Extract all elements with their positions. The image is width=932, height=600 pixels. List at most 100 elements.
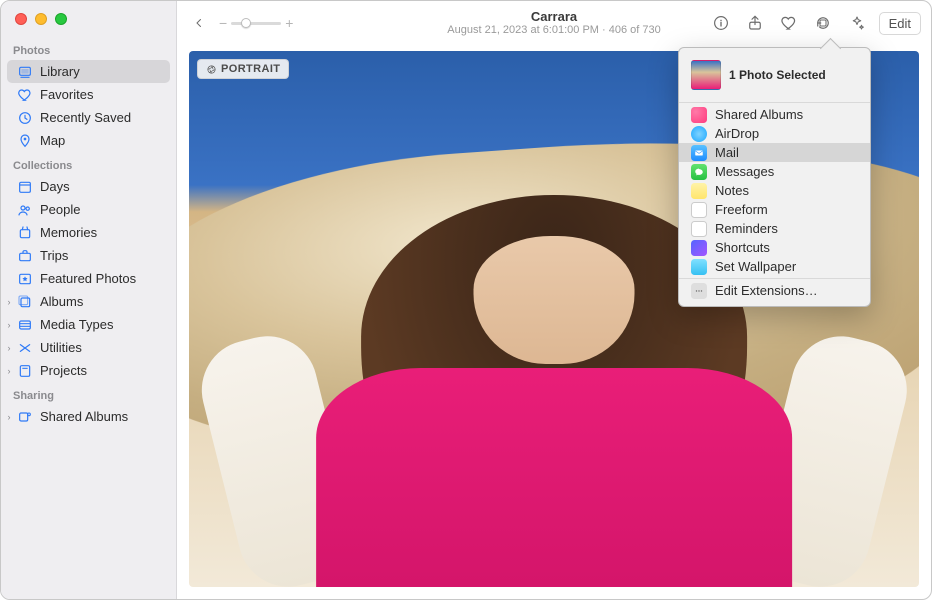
sidebar-item-recently-saved[interactable]: Recently Saved xyxy=(7,106,170,129)
zoom-slider[interactable]: − + xyxy=(219,15,293,31)
album-icon xyxy=(16,294,34,310)
sidebar-item-people[interactable]: People xyxy=(7,198,170,221)
memories-icon xyxy=(16,225,34,241)
sidebar-item-label: Shared Albums xyxy=(40,409,128,424)
clock-icon xyxy=(16,110,34,126)
heart-icon xyxy=(16,87,34,103)
share-item-label: Shortcuts xyxy=(715,240,770,255)
zoom-out-icon: − xyxy=(219,15,227,31)
sidebar-item-label: Utilities xyxy=(40,340,82,355)
shortcuts-app-icon xyxy=(691,240,707,256)
wallpaper-app-icon xyxy=(691,259,707,275)
disclosure-triangle-icon[interactable]: › xyxy=(3,343,15,353)
share-selection-count: 1 Photo Selected xyxy=(729,68,826,82)
share-item-shared-albums[interactable]: Shared Albums xyxy=(679,105,870,124)
share-item-label: Mail xyxy=(715,145,739,160)
disclosure-triangle-icon[interactable]: › xyxy=(3,412,15,422)
zoom-in-icon: + xyxy=(285,15,293,31)
sidebar-item-map[interactable]: Map xyxy=(7,129,170,152)
sidebar-item-label: Trips xyxy=(40,248,68,263)
share-item-airdrop[interactable]: AirDrop xyxy=(679,124,870,143)
featured-icon xyxy=(16,271,34,287)
media-icon xyxy=(16,317,34,333)
sidebar-item-albums[interactable]: ›Albums xyxy=(7,290,170,313)
sidebar-section-sharing: Sharing xyxy=(1,382,176,405)
share-button[interactable] xyxy=(743,12,767,34)
sidebar-section-photos: Photos xyxy=(1,37,176,60)
sidebar-item-label: Map xyxy=(40,133,65,148)
sidebar-item-label: Albums xyxy=(40,294,83,309)
sharedalbum-icon xyxy=(16,409,34,425)
share-item-label: Edit Extensions… xyxy=(715,283,818,298)
close-window-button[interactable] xyxy=(15,13,27,25)
back-button[interactable] xyxy=(187,12,211,34)
share-item-label: Set Wallpaper xyxy=(715,259,796,274)
sidebar-item-library[interactable]: Library xyxy=(7,60,170,83)
disclosure-triangle-icon[interactable]: › xyxy=(3,297,15,307)
projects-icon xyxy=(16,363,34,379)
freeform-app-icon xyxy=(691,202,707,218)
library-icon xyxy=(16,64,34,80)
share-thumbnail xyxy=(691,60,721,90)
share-item-reminders[interactable]: Reminders xyxy=(679,219,870,238)
disclosure-triangle-icon[interactable]: › xyxy=(3,320,15,330)
share-edit-extensions[interactable]: Edit Extensions… xyxy=(679,281,870,300)
edit-button[interactable]: Edit xyxy=(879,12,921,35)
sidebar-item-label: Recently Saved xyxy=(40,110,131,125)
extensions-icon xyxy=(691,283,707,299)
share-item-freeform[interactable]: Freeform xyxy=(679,200,870,219)
sidebar-item-projects[interactable]: ›Projects xyxy=(7,359,170,382)
share-item-shortcuts[interactable]: Shortcuts xyxy=(679,238,870,257)
mail-app-icon xyxy=(691,145,707,161)
share-item-label: Reminders xyxy=(715,221,778,236)
sidebar-item-label: Featured Photos xyxy=(40,271,136,286)
fullscreen-window-button[interactable] xyxy=(55,13,67,25)
sidebar-item-label: Projects xyxy=(40,363,87,378)
utilities-icon xyxy=(16,340,34,356)
sidebar-item-media-types[interactable]: ›Media Types xyxy=(7,313,170,336)
portrait-badge: PORTRAIT xyxy=(197,59,289,79)
favorite-button[interactable] xyxy=(777,12,801,34)
sidebar-item-label: Library xyxy=(40,64,80,79)
share-item-label: Shared Albums xyxy=(715,107,803,122)
people-icon xyxy=(16,202,34,218)
content-area: − + Carrara August 21, 2023 at 6:01:00 P… xyxy=(177,1,931,599)
toolbar: − + Carrara August 21, 2023 at 6:01:00 P… xyxy=(177,1,931,45)
sidebar-item-label: Memories xyxy=(40,225,97,240)
sidebar-item-featured-photos[interactable]: Featured Photos xyxy=(7,267,170,290)
reminders-app-icon xyxy=(691,221,707,237)
sidebar-item-days[interactable]: Days xyxy=(7,175,170,198)
share-item-label: AirDrop xyxy=(715,126,759,141)
share-item-set-wallpaper[interactable]: Set Wallpaper xyxy=(679,257,870,276)
share-item-label: Freeform xyxy=(715,202,768,217)
share-item-messages[interactable]: Messages xyxy=(679,162,870,181)
info-button[interactable] xyxy=(709,12,733,34)
calendar-icon xyxy=(16,179,34,195)
airdrop-app-icon xyxy=(691,126,707,142)
sidebar-item-utilities[interactable]: ›Utilities xyxy=(7,336,170,359)
sidebar: Photos Library Favorites Recently Saved Map… xyxy=(1,1,177,599)
aperture-icon xyxy=(206,64,217,75)
app-window: Photos Library Favorites Recently Saved Map… xyxy=(0,0,932,600)
share-popover: 1 Photo Selected Shared Albums AirDrop Mai… xyxy=(678,47,871,307)
sidebar-item-shared-albums[interactable]: ›Shared Albums xyxy=(7,405,170,428)
auto-enhance-button[interactable] xyxy=(845,12,869,34)
rotate-button[interactable] xyxy=(811,12,835,34)
minimize-window-button[interactable] xyxy=(35,13,47,25)
share-popover-header: 1 Photo Selected xyxy=(679,54,870,100)
suitcase-icon xyxy=(16,248,34,264)
sidebar-item-trips[interactable]: Trips xyxy=(7,244,170,267)
sidebar-item-label: Media Types xyxy=(40,317,113,332)
sidebar-item-label: People xyxy=(40,202,80,217)
pin-icon xyxy=(16,133,34,149)
shared-app-icon xyxy=(691,107,707,123)
disclosure-triangle-icon[interactable]: › xyxy=(3,366,15,376)
window-traffic-lights xyxy=(1,1,176,37)
sidebar-item-label: Days xyxy=(40,179,70,194)
sidebar-item-favorites[interactable]: Favorites xyxy=(7,83,170,106)
sidebar-item-memories[interactable]: Memories xyxy=(7,221,170,244)
share-item-notes[interactable]: Notes xyxy=(679,181,870,200)
share-item-label: Notes xyxy=(715,183,749,198)
sidebar-item-label: Favorites xyxy=(40,87,93,102)
share-item-mail[interactable]: Mail xyxy=(679,143,870,162)
